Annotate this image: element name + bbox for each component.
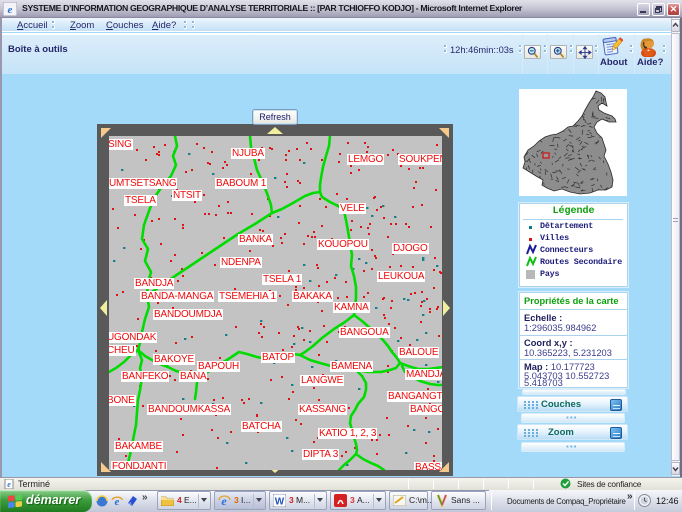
svg-text:e: e — [7, 480, 11, 489]
svg-text:W: W — [275, 497, 285, 508]
svg-text:e: e — [8, 4, 13, 16]
